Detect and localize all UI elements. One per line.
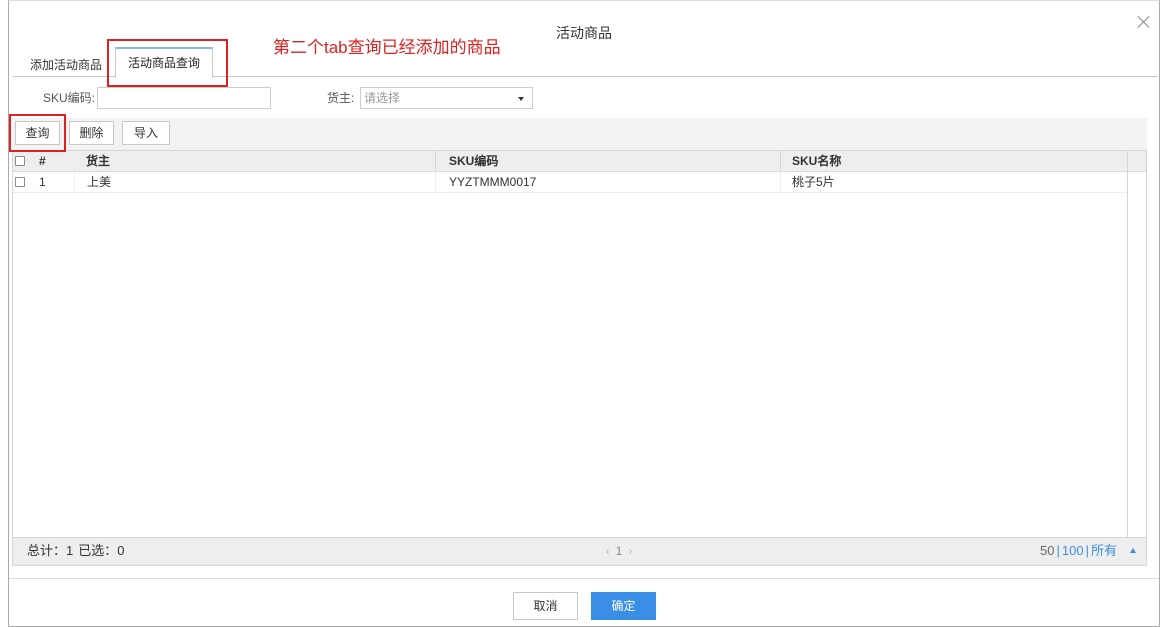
header-checkbox-cell xyxy=(13,151,37,171)
caret-down-icon xyxy=(518,97,524,101)
column-header-sku-code[interactable]: SKU编码 xyxy=(435,151,780,171)
column-header-sku-name[interactable]: SKU名称 xyxy=(780,151,1127,171)
owner-label: 货主: xyxy=(327,91,355,105)
row-sku-code: YYZTMMM0017 xyxy=(435,172,780,192)
row-checkbox-cell xyxy=(13,172,37,192)
confirm-button[interactable]: 确定 xyxy=(591,592,656,620)
sku-code-input[interactable] xyxy=(97,87,271,109)
owner-select[interactable]: 请选择 xyxy=(360,87,533,109)
row-owner: 上美 xyxy=(74,172,435,192)
page-size-50[interactable]: 50 xyxy=(1040,543,1054,558)
products-table: # 货主 SKU编码 SKU名称 1 上美 YYZTMMM0017 桃子5片 总… xyxy=(12,150,1147,566)
delete-button[interactable]: 删除 xyxy=(69,121,114,145)
row-index: 1 xyxy=(39,175,46,189)
page-size-100[interactable]: 100 xyxy=(1062,543,1084,558)
scrollbar-gutter xyxy=(1127,151,1128,537)
total-count: 1 xyxy=(66,543,74,558)
sku-code-label: SKU编码: xyxy=(43,91,96,105)
owner-select-placeholder: 请选择 xyxy=(364,91,401,105)
footer-divider xyxy=(9,578,1159,579)
table-row[interactable]: 1 上美 YYZTMMM0017 桃子5片 xyxy=(13,172,1127,193)
column-header-index: # xyxy=(39,154,46,168)
query-button[interactable]: 查询 xyxy=(15,121,60,145)
import-button[interactable]: 导入 xyxy=(122,121,170,145)
select-all-checkbox[interactable] xyxy=(15,156,25,166)
tab-query-products[interactable]: 活动商品查询 xyxy=(115,47,213,78)
table-summary: 总计：1 已选：0 xyxy=(27,538,125,564)
column-header-owner[interactable]: 货主 xyxy=(74,151,435,171)
caret-up-icon[interactable] xyxy=(1130,548,1136,553)
toolbar: 查询 删除 导入 xyxy=(12,118,1147,150)
tab-add-products[interactable]: 添加活动商品 xyxy=(28,55,104,75)
pagination: 1 xyxy=(599,538,639,564)
dialog-title: 活动商品 xyxy=(556,25,612,41)
close-icon[interactable] xyxy=(1136,14,1152,30)
active-products-dialog: 活动商品 添加活动商品 活动商品查询 第二个tab查询已经添加的商品 SKU编码… xyxy=(8,0,1160,627)
page-size-selector: 50 | 100 | 所有 xyxy=(1040,538,1117,564)
selected-label: 已选： xyxy=(78,543,118,558)
page-size-all[interactable]: 所有 xyxy=(1091,543,1117,558)
table-header: # 货主 SKU编码 SKU名称 xyxy=(13,151,1146,172)
selected-count: 0 xyxy=(117,543,125,558)
page-size-separator: | xyxy=(1056,543,1060,558)
chevron-right-icon[interactable] xyxy=(622,544,632,558)
page-size-separator: | xyxy=(1085,543,1089,558)
total-label: 总计： xyxy=(27,543,67,558)
chevron-left-icon[interactable] xyxy=(606,544,616,558)
row-checkbox[interactable] xyxy=(15,177,25,187)
annotation-text: 第二个tab查询已经添加的商品 xyxy=(273,38,501,57)
row-sku-name: 桃子5片 xyxy=(780,172,1127,192)
cancel-button[interactable]: 取消 xyxy=(513,592,578,620)
table-footer: 总计：1已选：0 1 50|100|所有 xyxy=(13,537,1146,565)
